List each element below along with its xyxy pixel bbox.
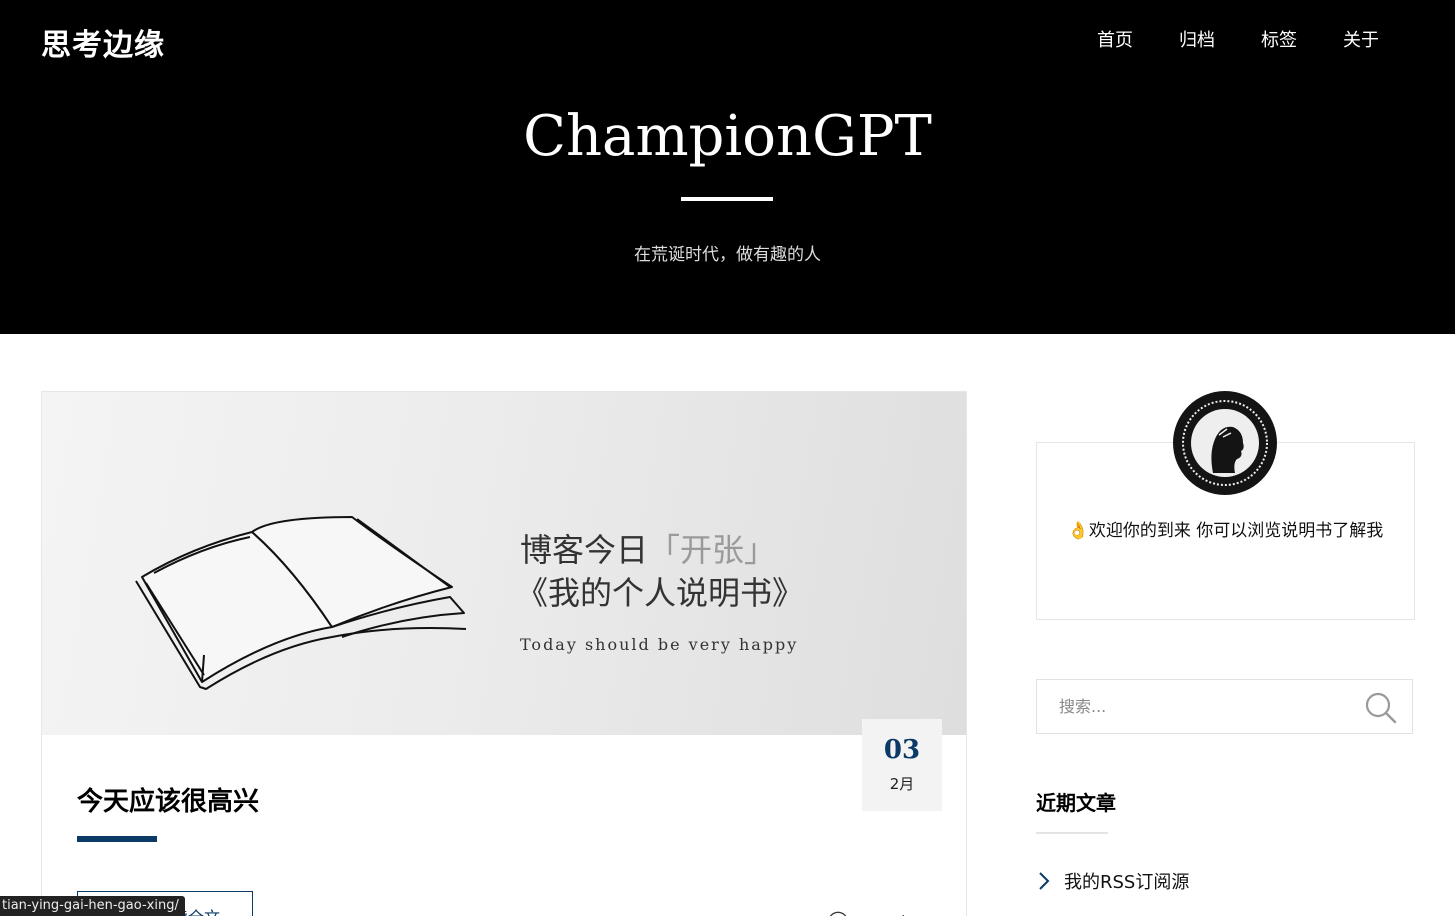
- nav-about[interactable]: 关于: [1343, 26, 1379, 52]
- post-title-underline: [77, 836, 157, 842]
- cover-text-line3: Today should be very happy: [520, 635, 799, 654]
- search-widget: [1036, 679, 1413, 734]
- hero-divider: [681, 197, 773, 201]
- cover-text-main: 博客今日: [520, 531, 649, 569]
- hero-title: ChampionGPT: [523, 104, 932, 169]
- post-date-badge: 03 2月: [862, 719, 942, 811]
- status-bar-url: tian-ying-gai-hen-gao-xing/: [0, 896, 185, 916]
- recent-posts-divider: [1036, 832, 1108, 834]
- post-cover-image[interactable]: 博客今日「开张」 《我的个人说明书》 Today should be very …: [42, 392, 966, 735]
- nav-tags[interactable]: 标签: [1261, 26, 1297, 52]
- about-text: 👌欢迎你的到来 你可以浏览说明书了解我: [1067, 521, 1384, 541]
- site-brand[interactable]: 思考边缘: [41, 20, 165, 64]
- category-icon[interactable]: ▭: [762, 908, 781, 916]
- cover-text-line2: 《我的个人说明书》: [516, 574, 805, 612]
- open-book-illustration: [135, 516, 467, 690]
- chevron-right-icon: [1039, 872, 1050, 890]
- tag-icon[interactable]: ⸍: [895, 908, 905, 916]
- post-meta-icons: ▭ ◯ ⸍: [762, 908, 905, 916]
- search-icon[interactable]: [1364, 691, 1398, 725]
- search-input[interactable]: [1037, 680, 1357, 733]
- main-nav: 首页 归档 标签 关于: [1051, 26, 1379, 52]
- recent-posts-title: 近期文章: [1036, 791, 1116, 815]
- hero-subtitle: 在荒诞时代，做有趣的人: [634, 245, 821, 265]
- post-date-day: 03: [883, 735, 921, 765]
- recent-post-label: 我的RSS订阅源: [1064, 872, 1190, 893]
- avatar[interactable]: [1173, 391, 1277, 495]
- nav-archive[interactable]: 归档: [1179, 26, 1215, 52]
- nav-home[interactable]: 首页: [1097, 26, 1133, 52]
- cover-text-line1: 博客今日「开张」: [520, 525, 776, 571]
- comment-icon[interactable]: ◯: [827, 908, 849, 916]
- recent-post-link[interactable]: 我的RSS订阅源: [1036, 868, 1189, 894]
- avatar-portrait-icon: [1175, 393, 1275, 493]
- post-date-month: 2月: [889, 775, 915, 793]
- post-card: 博客今日「开张」 《我的个人说明书》 Today should be very …: [41, 391, 967, 916]
- site-header: 思考边缘 首页 归档 标签 关于 ChampionGPT 在荒诞时代，做有趣的人: [0, 0, 1455, 334]
- post-title[interactable]: 今天应该很高兴: [77, 781, 259, 818]
- cover-text-accent: 「开张」: [648, 531, 777, 569]
